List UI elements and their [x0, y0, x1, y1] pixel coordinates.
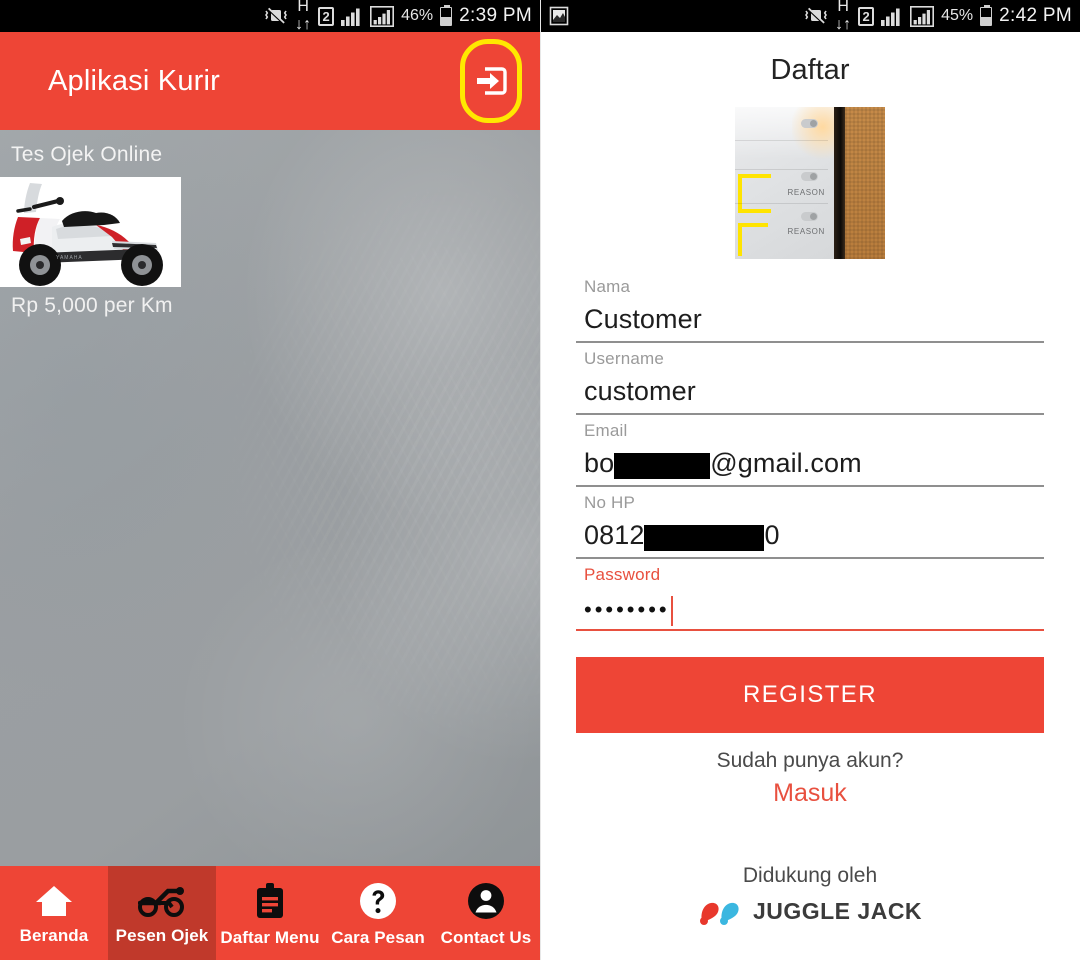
battery-icon — [440, 4, 453, 26]
battery-percent-label: 45% — [941, 7, 974, 24]
email-redaction-bar — [614, 453, 711, 479]
nav-item-beranda[interactable]: Beranda — [0, 866, 108, 960]
password-input[interactable]: •••••••• — [576, 589, 1044, 631]
account-circle-icon — [467, 882, 505, 920]
nav-item-cara-pesan[interactable]: Cara Pesan — [324, 866, 432, 960]
email-prefix: bo — [584, 448, 615, 478]
ojek-product-card[interactable]: Tes Ojek Online YAMAHA Rp 5,000 per Km — [0, 130, 181, 328]
svg-text:YAMAHA: YAMAHA — [56, 255, 83, 261]
home-icon — [34, 884, 74, 918]
photo-leather-cover — [844, 107, 885, 259]
nama-input[interactable]: Customer — [576, 301, 1044, 343]
photo-highlight-2 — [738, 222, 768, 256]
hspa-icon: H ↓↑ — [295, 0, 312, 33]
brand-row: JUGGLE JACK — [540, 898, 1080, 925]
nav-label: Cara Pesan — [331, 928, 425, 947]
card-price: Rp 5,000 per Km — [11, 294, 173, 317]
photo-text-reason-1: REASON — [787, 187, 825, 197]
email-input[interactable]: bo @gmail.com — [576, 445, 1044, 487]
screenshot-image-icon — [548, 5, 570, 27]
home-content-area: Tes Ojek Online YAMAHA Rp 5,000 per Km — [0, 130, 540, 866]
left-status-bar: H ↓↑ 2 46% 2:39 PM — [0, 0, 540, 33]
nav-item-pesen-ojek[interactable]: Pesen Ojek — [108, 866, 216, 960]
profile-photo[interactable]: REASON REASON — [735, 107, 885, 259]
motorbike-icon — [138, 884, 186, 918]
field-label: Username — [584, 349, 665, 368]
dual-phone-screenshot: H ↓↑ 2 46% 2:39 PM Aplikasi Kurir Tes Oj… — [0, 0, 1080, 960]
field-password: Password •••••••• — [576, 565, 1044, 631]
nav-label: Pesen Ojek — [115, 926, 209, 945]
question-circle-icon — [359, 882, 397, 920]
phone-suffix: 0 — [764, 520, 780, 550]
card-title: Tes Ojek Online — [11, 143, 163, 166]
text-caret — [670, 596, 673, 626]
field-no-hp: No HP 0812 0 — [576, 493, 1044, 559]
field-email: Email bo @gmail.com — [576, 421, 1044, 487]
signal-bars-boxed-icon — [910, 5, 935, 27]
logout-icon[interactable] — [471, 61, 511, 101]
app-bar: Aplikasi Kurir — [0, 32, 540, 130]
have-account-text: Sudah punya akun? — [716, 749, 904, 772]
vibrate-off-icon — [804, 6, 828, 26]
username-input[interactable]: customer — [576, 373, 1044, 415]
brand-name: JUGGLE JACK — [752, 898, 923, 924]
nav-label: Contact Us — [440, 928, 532, 947]
phone-prefix: 0812 — [584, 520, 645, 550]
signal-bars-icon — [341, 7, 363, 26]
logout-highlight-ring — [460, 39, 522, 123]
nav-item-contact-us[interactable]: Contact Us — [432, 866, 540, 960]
nav-label: Daftar Menu — [220, 928, 320, 947]
panel-divider — [540, 0, 541, 960]
juggle-jack-logo — [698, 899, 744, 925]
register-button[interactable]: REGISTER — [576, 657, 1044, 733]
sim-2-icon: 2 — [318, 6, 335, 26]
field-nama: Nama Customer — [576, 277, 1044, 343]
sim-2-icon: 2 — [858, 6, 875, 26]
battery-percent-label: 46% — [401, 7, 434, 24]
bottom-navigation-bar: Beranda Pesen Ojek Daftar Menu Cara Pesa… — [0, 866, 540, 960]
field-username: Username customer — [576, 349, 1044, 415]
supported-by-label: Didukung oleh — [742, 864, 878, 887]
register-form: Nama Customer Username customer Email bo… — [540, 277, 1080, 631]
photo-highlight-1 — [738, 173, 771, 214]
app-title: Aplikasi Kurir — [48, 64, 221, 97]
password-masked-value: •••••••• — [584, 597, 670, 622]
left-phone-screen: H ↓↑ 2 46% 2:39 PM Aplikasi Kurir Tes Oj… — [0, 0, 540, 960]
hspa-icon: H ↓↑ — [835, 0, 852, 33]
nav-label: Beranda — [19, 926, 89, 945]
clipboard-list-icon — [252, 882, 288, 920]
field-label: Email — [584, 421, 628, 440]
field-label-error: Password — [584, 565, 661, 584]
signal-bars-boxed-icon — [370, 5, 395, 27]
clock-label: 2:39 PM — [459, 5, 532, 26]
right-phone-screen: H ↓↑ 2 45% 2:42 PM Daftar REASON REASON … — [540, 0, 1080, 960]
login-link[interactable]: Masuk — [540, 779, 1080, 808]
vibrate-off-icon — [264, 6, 288, 26]
page-title: Daftar — [770, 54, 850, 86]
field-label: Nama — [584, 277, 631, 296]
field-label: No HP — [584, 493, 636, 512]
battery-icon — [980, 4, 993, 26]
signal-bars-icon — [881, 7, 903, 26]
email-suffix: @gmail.com — [710, 448, 862, 478]
nav-item-daftar-menu[interactable]: Daftar Menu — [216, 866, 324, 960]
clock-label: 2:42 PM — [999, 5, 1072, 26]
photo-book-edge — [834, 107, 845, 259]
no-hp-input[interactable]: 0812 0 — [576, 517, 1044, 559]
phone-redaction-bar — [644, 525, 765, 551]
right-status-bar: H ↓↑ 2 45% 2:42 PM — [540, 0, 1080, 33]
register-screen: Daftar REASON REASON Nama Customer Usern… — [540, 32, 1080, 960]
scooter-photo: YAMAHA — [0, 177, 181, 287]
photo-text-reason-2: REASON — [787, 227, 825, 237]
